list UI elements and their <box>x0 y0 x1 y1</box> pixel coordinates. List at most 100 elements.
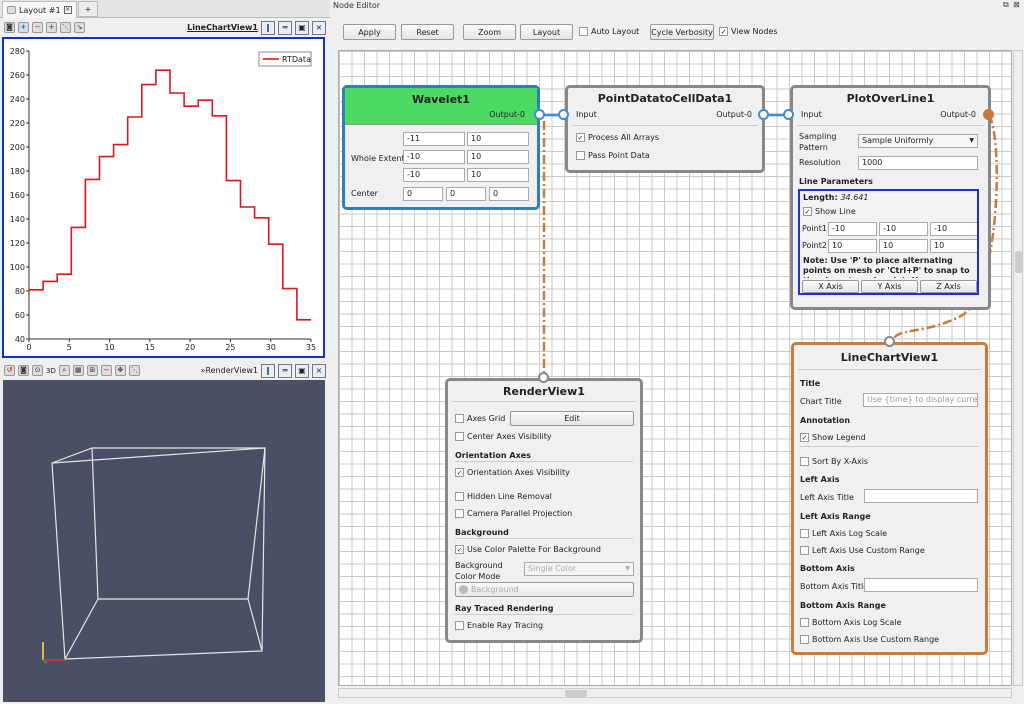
clear-icon[interactable]: ↘ <box>74 22 85 33</box>
sampling-pattern-select[interactable]: Sample Uniformly ▼ <box>858 134 978 148</box>
use-color-palette-checkbox[interactable]: ✓ Use Color Palette For Background <box>455 545 601 554</box>
minus-icon[interactable]: − <box>32 22 43 33</box>
delete-selection-icon[interactable]: − <box>100 365 112 376</box>
x-axis-button[interactable]: X Axis <box>802 280 859 293</box>
axes-grid-checkbox[interactable]: Axes Grid <box>455 414 505 423</box>
sort-x-checkbox[interactable]: Sort By X-Axis <box>800 457 868 466</box>
pdc-node[interactable]: PointDatatoCellData1 Input Output-0 ✓ Pro… <box>565 85 765 173</box>
pol-input-port[interactable] <box>783 109 794 120</box>
select-points-icon[interactable]: ⊞ <box>86 365 98 376</box>
zoom-icon[interactable]: ⌕ <box>58 365 70 376</box>
extent-input[interactable]: -11 <box>403 132 465 146</box>
bottom-axis-log-checkbox[interactable]: Bottom Axis Log Scale <box>800 618 901 627</box>
screenshot-icon[interactable]: ◙ <box>18 365 29 376</box>
select-icon[interactable]: ⋱ <box>60 22 71 33</box>
pdc-input-port[interactable] <box>558 109 569 120</box>
hidden-line-removal-checkbox[interactable]: Hidden Line Removal <box>455 492 552 501</box>
center-input[interactable]: 0 <box>403 187 443 201</box>
chart-view-title[interactable]: LineChartView1 <box>187 23 258 32</box>
split-vertical-icon[interactable]: ═ <box>278 363 292 378</box>
close-view-icon[interactable]: × <box>312 363 326 378</box>
y-axis-button[interactable]: Y Axis <box>861 280 918 293</box>
reset-camera-icon[interactable]: ↺ <box>4 365 15 376</box>
layout-button[interactable]: Layout <box>520 24 573 40</box>
plot-over-line-node[interactable]: PlotOverLine1 Input Output-0 Sampling Pa… <box>790 85 991 310</box>
zoom-button[interactable]: Zoom <box>463 24 516 40</box>
render-3d-toggle[interactable]: 3D <box>46 367 56 375</box>
close-icon[interactable]: × <box>63 6 72 14</box>
point1-z[interactable]: -10 <box>930 222 977 236</box>
scroll-thumb[interactable] <box>565 690 587 697</box>
pdc-output-port[interactable] <box>758 109 769 120</box>
extent-input[interactable]: -10 <box>403 150 465 164</box>
extent-input[interactable]: 10 <box>467 150 529 164</box>
axes-icon[interactable]: + <box>46 22 57 33</box>
show-line-checkbox[interactable]: ✓ Show Line <box>803 207 856 216</box>
render-view[interactable] <box>3 380 325 702</box>
show-legend-checkbox[interactable]: ✓ Show Legend <box>800 433 866 442</box>
view-nodes-checkbox[interactable]: ✓ View Nodes <box>719 27 778 36</box>
point1-x[interactable]: -10 <box>828 222 877 236</box>
extent-input[interactable]: 10 <box>467 132 529 146</box>
split-horizontal-icon[interactable]: ‖ <box>261 20 275 35</box>
line-chart-view-node[interactable]: LineChartView1 Title Chart Title Use {ti… <box>791 342 988 655</box>
line-chart[interactable]: 0 5 10 15 20 25 30 35 40 60 80 100 120 140 160 180 200 22… <box>2 37 325 358</box>
vertical-scrollbar[interactable] <box>1013 50 1023 686</box>
split-vertical-icon[interactable]: ═ <box>278 20 292 35</box>
chart-title-input[interactable]: Use {time} to display current... <box>863 393 978 407</box>
apply-button[interactable]: Apply <box>343 24 396 40</box>
rv-input-port[interactable] <box>538 372 549 383</box>
bottom-axis-custom-checkbox[interactable]: Bottom Axis Use Custom Range <box>800 635 939 644</box>
point2-z[interactable]: 10 <box>930 239 977 253</box>
extent-input[interactable]: 10 <box>467 168 529 182</box>
reset-button[interactable]: Reset <box>401 24 454 40</box>
cycle-verbosity-button[interactable]: Cycle Verbosity <box>650 24 714 40</box>
left-axis-log-checkbox[interactable]: Left Axis Log Scale <box>800 529 887 538</box>
enable-ray-tracing-checkbox[interactable]: Enable Ray Tracing <box>455 621 543 630</box>
center-input[interactable]: 0 <box>489 187 529 201</box>
render-view-title[interactable]: RenderView1 <box>205 366 258 375</box>
point2-x[interactable]: 10 <box>828 239 877 253</box>
horizontal-scrollbar[interactable] <box>338 688 1012 698</box>
grow-icon[interactable]: ⋱ <box>128 365 140 376</box>
pol-output-port[interactable] <box>983 109 994 120</box>
point2-y[interactable]: 10 <box>879 239 928 253</box>
point1-y[interactable]: -10 <box>879 222 928 236</box>
process-all-arrays-checkbox[interactable]: ✓ Process All Arrays <box>576 133 659 142</box>
close-icon[interactable]: ⊠ <box>1013 0 1020 9</box>
interact-icon[interactable]: ✥ <box>114 365 126 376</box>
lcv-input-port[interactable] <box>884 336 895 347</box>
split-horizontal-icon[interactable]: ‖ <box>261 363 275 378</box>
bg-color-mode-select[interactable]: Single Color ▼ <box>524 562 634 576</box>
z-axis-button[interactable]: Z Axis <box>920 280 977 293</box>
orientation-axes-visibility-checkbox[interactable]: ✓ Orientation Axes Visibility <box>455 468 570 477</box>
resolution-input[interactable]: 1000 <box>858 156 978 170</box>
center-input[interactable]: 0 <box>446 187 486 201</box>
render-view-node[interactable]: RenderView1 Axes Grid Edit Center Axes V… <box>445 378 643 643</box>
orientation-icon[interactable]: ⊙ <box>32 365 43 376</box>
left-axis-custom-checkbox[interactable]: Left Axis Use Custom Range <box>800 546 925 555</box>
axes-grid-edit-button[interactable]: Edit <box>510 411 634 426</box>
camera-icon[interactable]: ◙ <box>4 22 15 33</box>
wavelet-node[interactable]: Wavelet1 Output-0 Whole Extent -11 10 -1… <box>342 85 540 210</box>
scroll-thumb[interactable] <box>1015 251 1022 273</box>
auto-layout-checkbox[interactable]: Auto Layout <box>579 27 639 36</box>
x-tick-label: 15 <box>145 343 155 352</box>
extent-input[interactable]: -10 <box>403 168 465 182</box>
close-view-icon[interactable]: × <box>312 20 326 35</box>
left-axis-title-input[interactable] <box>864 489 978 503</box>
node-canvas[interactable]: Wavelet1 Output-0 Whole Extent -11 10 -1… <box>338 50 1012 686</box>
zoom-fit-icon[interactable]: + <box>18 22 29 33</box>
camera-parallel-checkbox[interactable]: Camera Parallel Projection <box>455 509 572 518</box>
bottom-axis-title-input[interactable] <box>864 578 978 592</box>
center-axes-checkbox[interactable]: Center Axes Visibility <box>455 432 552 441</box>
add-tab-button[interactable]: + <box>78 1 98 17</box>
maximize-icon[interactable]: ▣ <box>295 363 309 378</box>
select-cells-icon[interactable]: ▦ <box>72 365 84 376</box>
float-icon[interactable]: ⧉ <box>1003 0 1009 10</box>
layout-tab[interactable]: Layout #1 × <box>2 1 77 18</box>
wavelet-output-port[interactable] <box>534 109 545 120</box>
background-color-button[interactable]: Background <box>455 582 634 597</box>
pass-point-data-checkbox[interactable]: Pass Point Data <box>576 151 650 160</box>
maximize-icon[interactable]: ▣ <box>295 20 309 35</box>
